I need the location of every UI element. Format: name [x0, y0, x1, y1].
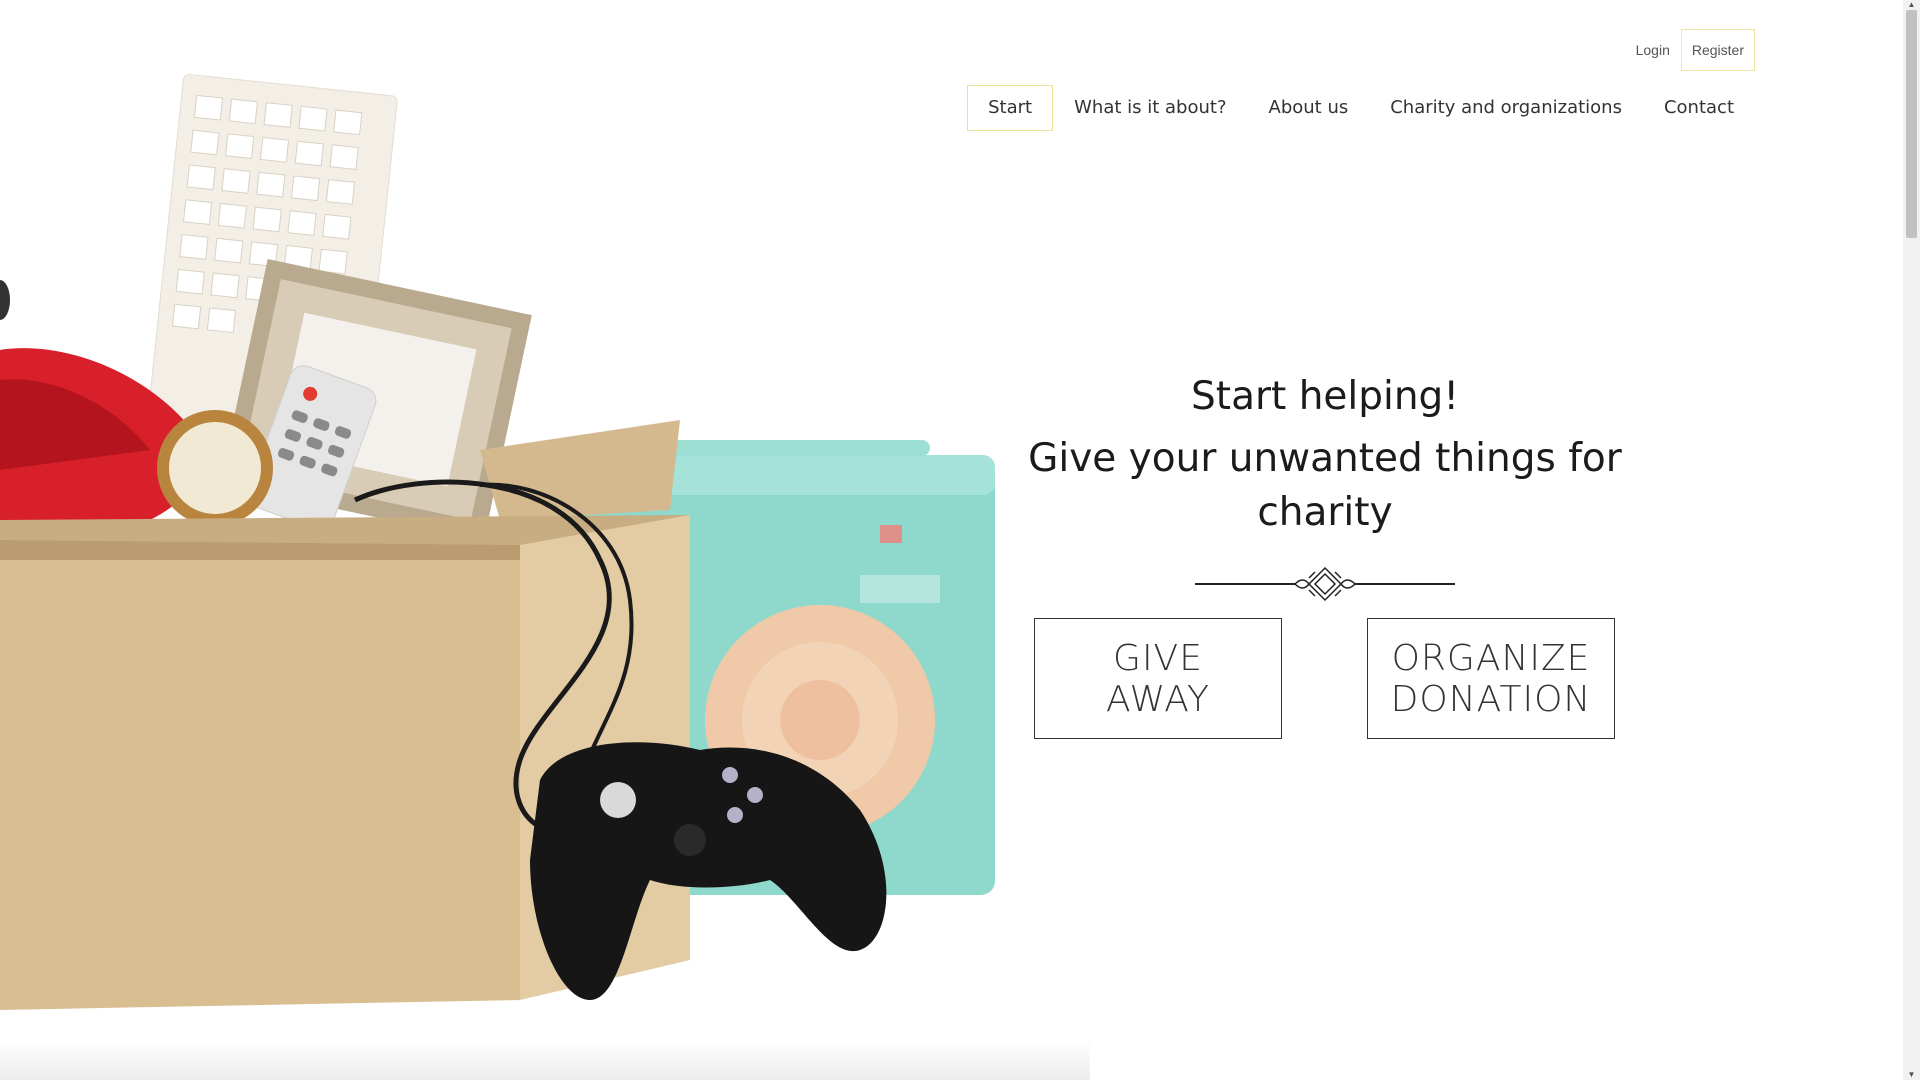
- vertical-scrollbar[interactable]: ▲ ▼: [1903, 0, 1920, 1080]
- organize-donation-button[interactable]: ORGANIZE DONATION: [1367, 618, 1615, 739]
- decorative-divider-icon: [1195, 566, 1455, 602]
- auth-links: Login Register: [1625, 29, 1755, 71]
- hero-text: Start helping! Give your unwanted things…: [975, 370, 1675, 604]
- hero-subtitle: Give your unwanted things for charity: [1028, 436, 1622, 535]
- register-link[interactable]: Register: [1680, 29, 1755, 71]
- login-link[interactable]: Login: [1625, 29, 1681, 71]
- main-nav: Start What is it about? About us Charity…: [967, 85, 1755, 131]
- nav-item-charity-and-organizations[interactable]: Charity and organizations: [1369, 85, 1643, 131]
- clock-image: [157, 410, 273, 526]
- give-away-label-line: GIVE: [1113, 637, 1203, 679]
- nav-item-start[interactable]: Start: [967, 85, 1054, 131]
- scrollbar-thumb[interactable]: [1906, 10, 1917, 238]
- organize-donation-label-line: DONATION: [1390, 678, 1592, 720]
- page: Login Register Start What is it about? A…: [0, 0, 1920, 1080]
- organize-donation-label-line: ORGANIZE: [1391, 637, 1591, 679]
- scroll-up-arrow-icon[interactable]: ▲: [1903, 0, 1920, 10]
- hero-illustration: [0, 74, 995, 1010]
- nav-item-what-is-it-about[interactable]: What is it about?: [1053, 85, 1247, 131]
- nav-item-contact[interactable]: Contact: [1643, 85, 1755, 131]
- give-away-button[interactable]: GIVE AWAY: [1034, 618, 1282, 739]
- give-away-label: GIVE AWAY: [1106, 638, 1210, 720]
- organize-donation-label: ORGANIZE DONATION: [1391, 638, 1592, 720]
- floor-shadow: [0, 1040, 1090, 1080]
- nav-item-about-us[interactable]: About us: [1248, 85, 1370, 131]
- give-away-label-line: AWAY: [1105, 678, 1211, 720]
- scroll-down-arrow-icon[interactable]: ▼: [1903, 1070, 1920, 1080]
- hero-title: Start helping!: [1191, 374, 1459, 419]
